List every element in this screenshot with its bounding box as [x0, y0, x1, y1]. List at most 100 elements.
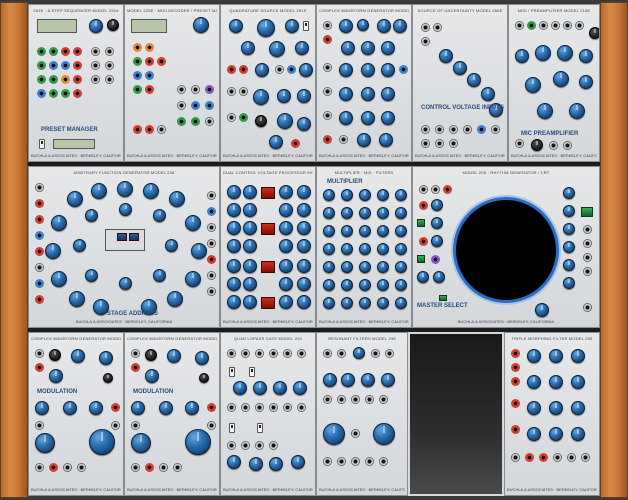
knob[interactable] — [341, 261, 353, 273]
knob[interactable] — [395, 225, 407, 237]
jack-socket[interactable] — [207, 271, 216, 280]
jack-socket[interactable] — [49, 47, 58, 56]
knob[interactable] — [431, 199, 443, 211]
jack-socket[interactable] — [91, 47, 100, 56]
knob[interactable] — [241, 41, 255, 55]
jack-socket[interactable] — [323, 21, 332, 30]
jack-socket[interactable] — [365, 395, 374, 404]
jack-socket[interactable] — [227, 403, 236, 412]
knob[interactable] — [107, 19, 119, 31]
jack-socket[interactable] — [207, 191, 216, 200]
jack-socket[interactable] — [133, 71, 142, 80]
jack-socket[interactable] — [511, 349, 520, 358]
knob[interactable] — [297, 203, 311, 217]
jack-socket[interactable] — [35, 421, 44, 430]
knob[interactable] — [359, 261, 371, 273]
knob[interactable] — [279, 203, 293, 217]
knob[interactable] — [323, 279, 335, 291]
jack-socket[interactable] — [73, 47, 82, 56]
knob[interactable] — [323, 243, 335, 255]
jack-socket[interactable] — [435, 125, 444, 134]
jack-socket[interactable] — [207, 287, 216, 296]
knob[interactable] — [279, 185, 293, 199]
jack-socket[interactable] — [255, 441, 264, 450]
knob[interactable] — [243, 277, 257, 291]
knob[interactable] — [297, 117, 311, 131]
jack-socket[interactable] — [133, 85, 142, 94]
knob[interactable] — [291, 455, 305, 469]
knob[interactable] — [553, 71, 569, 87]
knob[interactable] — [297, 277, 311, 291]
knob[interactable] — [293, 381, 307, 395]
jack-socket[interactable] — [205, 85, 214, 94]
jack-socket[interactable] — [131, 421, 140, 430]
knob[interactable] — [431, 235, 443, 247]
knob[interactable] — [359, 189, 371, 201]
jack-socket[interactable] — [49, 463, 58, 472]
knob[interactable] — [323, 207, 335, 219]
jack-socket[interactable] — [323, 457, 332, 466]
jack-socket[interactable] — [145, 57, 154, 66]
jack-socket[interactable] — [207, 207, 216, 216]
jack-socket[interactable] — [239, 65, 248, 74]
knob[interactable] — [185, 401, 199, 415]
trigger-pad[interactable] — [581, 207, 593, 217]
knob[interactable] — [185, 215, 201, 231]
knob[interactable] — [185, 271, 201, 287]
jack-socket[interactable] — [419, 237, 428, 246]
jack-socket[interactable] — [91, 61, 100, 70]
knob[interactable] — [51, 215, 67, 231]
jack-socket[interactable] — [491, 125, 500, 134]
knob[interactable] — [439, 49, 453, 63]
knob[interactable] — [153, 209, 166, 222]
jack-socket[interactable] — [511, 377, 520, 386]
jack-socket[interactable] — [35, 463, 44, 472]
knob[interactable] — [297, 185, 311, 199]
knob[interactable] — [395, 207, 407, 219]
knob[interactable] — [395, 243, 407, 255]
jack-socket[interactable] — [37, 89, 46, 98]
knob[interactable] — [119, 277, 132, 290]
jack-socket[interactable] — [379, 395, 388, 404]
toggle-switch[interactable] — [257, 423, 263, 433]
knob[interactable] — [341, 373, 355, 387]
jack-socket[interactable] — [583, 239, 592, 248]
knob[interactable] — [361, 63, 375, 77]
knob[interactable] — [569, 103, 585, 119]
knob[interactable] — [323, 225, 335, 237]
knob[interactable] — [381, 87, 395, 101]
knob[interactable] — [35, 401, 49, 415]
jack-socket[interactable] — [73, 75, 82, 84]
jack-socket[interactable] — [351, 395, 360, 404]
knob[interactable] — [323, 423, 345, 445]
jack-socket[interactable] — [287, 65, 296, 74]
jack-socket[interactable] — [421, 125, 430, 134]
knob[interactable] — [49, 349, 61, 361]
knob[interactable] — [297, 89, 311, 103]
jack-socket[interactable] — [269, 349, 278, 358]
knob[interactable] — [257, 19, 275, 37]
jack-socket[interactable] — [207, 255, 216, 264]
jack-socket[interactable] — [511, 425, 520, 434]
knob[interactable] — [227, 295, 241, 309]
knob[interactable] — [227, 203, 241, 217]
knob[interactable] — [563, 277, 575, 289]
jack-socket[interactable] — [351, 429, 360, 438]
stage-button[interactable] — [129, 233, 139, 241]
jack-socket[interactable] — [159, 463, 168, 472]
jack-socket[interactable] — [205, 117, 214, 126]
jack-socket[interactable] — [323, 63, 332, 72]
knob[interactable] — [279, 259, 293, 273]
jack-socket[interactable] — [449, 139, 458, 148]
jack-socket[interactable] — [207, 421, 216, 430]
knob[interactable] — [339, 63, 353, 77]
knob[interactable] — [195, 351, 209, 365]
trigger-pad[interactable] — [417, 219, 425, 227]
jack-socket[interactable] — [563, 141, 572, 150]
knob[interactable] — [285, 19, 299, 33]
knob[interactable] — [361, 373, 375, 387]
knob[interactable] — [243, 295, 257, 309]
knob[interactable] — [249, 457, 263, 471]
knob[interactable] — [563, 241, 575, 253]
knob[interactable] — [377, 189, 389, 201]
